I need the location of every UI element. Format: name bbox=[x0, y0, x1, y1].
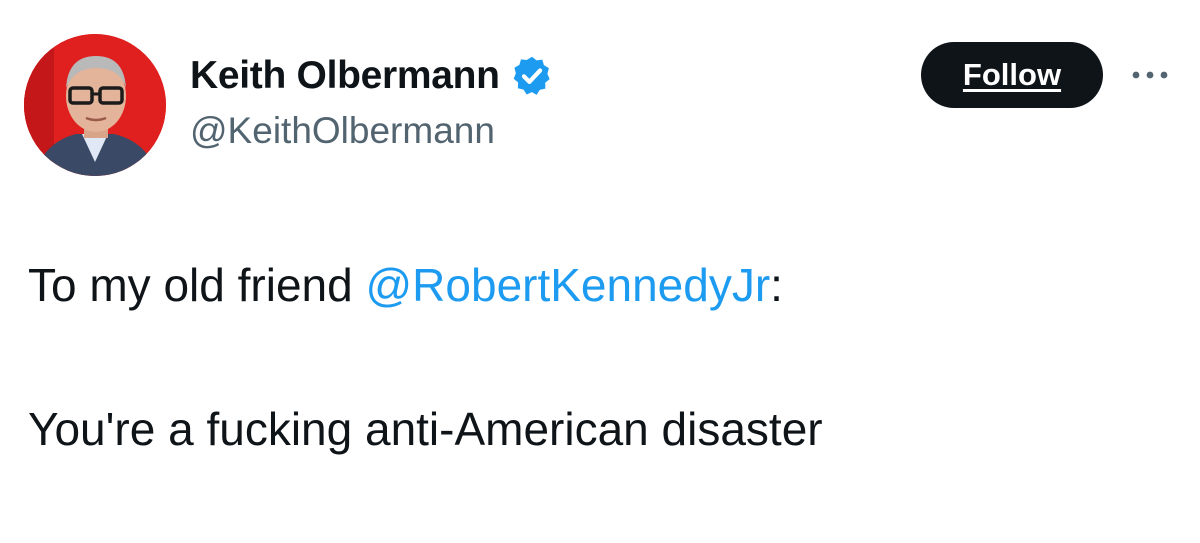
avatar[interactable] bbox=[24, 34, 166, 176]
tweet-text-line-1: To my old friend @RobertKennedyJr: bbox=[28, 258, 783, 312]
follow-button[interactable]: Follow bbox=[921, 42, 1103, 108]
tweet-text-suffix: : bbox=[770, 259, 783, 311]
tweet-text-line-2: You're a fucking anti-American disaster bbox=[28, 403, 823, 455]
avatar-photo bbox=[24, 34, 166, 176]
more-options-icon[interactable] bbox=[1128, 64, 1172, 86]
display-name[interactable]: Keith Olbermann bbox=[190, 54, 500, 98]
author-handle[interactable]: @KeithOlbermann bbox=[190, 110, 495, 152]
verified-badge-icon[interactable] bbox=[510, 54, 554, 98]
tweet-text-prefix: To my old friend bbox=[28, 259, 366, 311]
author-name-row[interactable]: Keith Olbermann bbox=[190, 50, 554, 102]
mention-link[interactable]: @RobertKennedyJr bbox=[365, 259, 770, 311]
